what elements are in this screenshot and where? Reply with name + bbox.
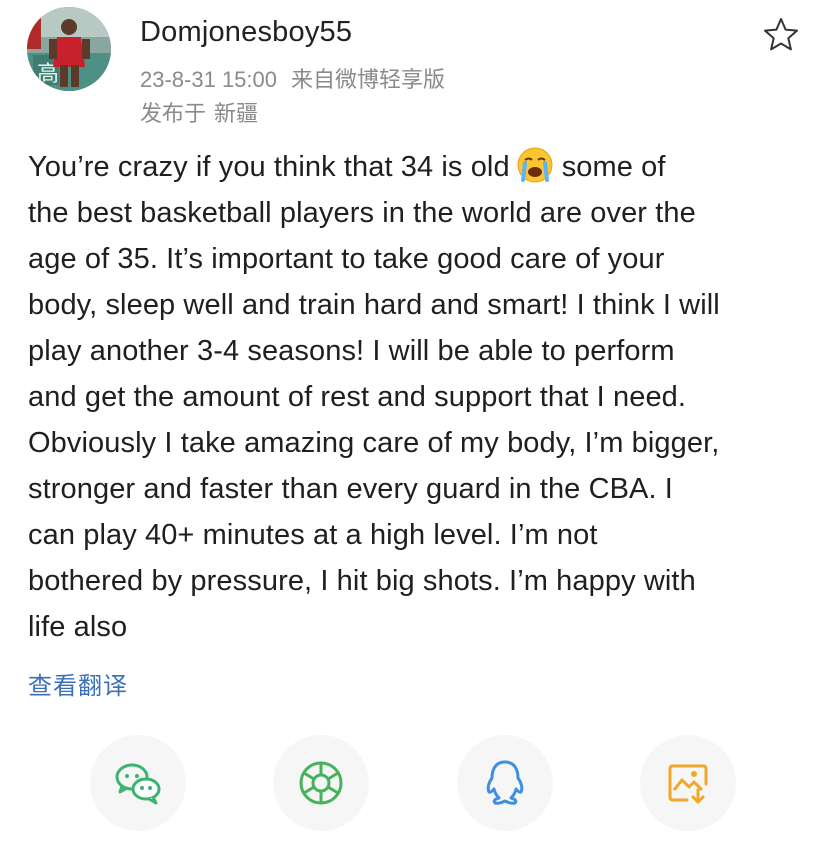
star-outline-icon bbox=[764, 18, 798, 51]
post-body: You’re crazy if you think that 34 is old… bbox=[28, 144, 808, 650]
post-header: 高 Domjonesboy55 23-8-31 15:00 来自微博轻享版 发布于… bbox=[0, 0, 826, 140]
post-line-text: some of bbox=[561, 151, 666, 183]
share-qq-button[interactable] bbox=[457, 735, 553, 831]
post-line: life also bbox=[28, 611, 128, 643]
translate-link[interactable]: 查看翻译 bbox=[28, 666, 128, 701]
post-line: the best basketball players in the world… bbox=[28, 197, 696, 229]
post-line: Obviously I take amazing care of my body… bbox=[28, 427, 720, 459]
post-source: 来自微博轻享版 bbox=[291, 67, 446, 92]
post-meta: 23-8-31 15:00 来自微博轻享版 bbox=[140, 62, 445, 94]
post-line: You’re crazy if you think that 34 is old… bbox=[28, 144, 808, 190]
share-moments-button[interactable] bbox=[273, 735, 369, 831]
post-timestamp: 23-8-31 15:00 bbox=[140, 67, 277, 92]
post-line: age of 35. It’s important to take good c… bbox=[28, 243, 665, 275]
post-line: bothered by pressure, I hit big shots. I… bbox=[28, 565, 696, 597]
share-wechat-button[interactable] bbox=[90, 735, 186, 831]
location-name: 新疆 bbox=[214, 101, 259, 126]
favorite-button[interactable] bbox=[762, 16, 800, 54]
location-prefix: 发布于 bbox=[140, 101, 207, 126]
post-line: and get the amount of rest and support t… bbox=[28, 381, 687, 413]
avatar[interactable]: 高 bbox=[27, 7, 111, 91]
qq-icon bbox=[486, 760, 524, 805]
avatar-photo: 高 bbox=[27, 7, 111, 91]
post-line: play another 3-4 seasons! I will be able… bbox=[28, 335, 675, 367]
username[interactable]: Domjonesboy55 bbox=[140, 16, 352, 49]
save-image-button[interactable] bbox=[640, 735, 736, 831]
save-image-icon bbox=[668, 764, 708, 804]
loudly-crying-face-icon bbox=[516, 146, 554, 184]
wechat-icon bbox=[115, 763, 161, 805]
post-location: 发布于 新疆 bbox=[140, 96, 258, 128]
post-line: stronger and faster than every guard in … bbox=[28, 473, 673, 505]
post-line: body, sleep well and train hard and smar… bbox=[28, 289, 720, 321]
share-bar bbox=[0, 735, 826, 835]
post-line: can play 40+ minutes at a high level. I’… bbox=[28, 519, 598, 551]
post-line-text: You’re crazy if you think that 34 is old bbox=[28, 151, 510, 183]
moments-icon bbox=[299, 761, 343, 805]
